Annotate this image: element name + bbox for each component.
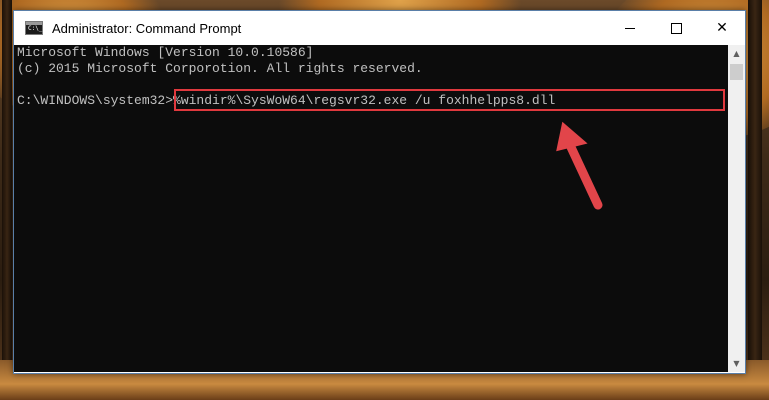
- tree-trunk: [2, 0, 12, 400]
- command-line[interactable]: C:\WINDOWS\system32>%windir%\SysWoW64\re…: [17, 89, 728, 111]
- minimize-button[interactable]: [607, 11, 653, 45]
- title-bar[interactable]: C:\_ Administrator: Command Prompt ✕: [14, 11, 745, 45]
- command-prompt-icon: C:\_: [25, 21, 43, 35]
- scroll-thumb[interactable]: [730, 64, 743, 80]
- scroll-down-icon[interactable]: ▼: [728, 355, 745, 372]
- console-prompt: C:\WINDOWS\system32>: [17, 93, 174, 108]
- close-icon: ✕: [716, 20, 728, 36]
- minimize-icon: [625, 27, 635, 29]
- console-line: (c) 2015 Microsoft Corporotion. All righ…: [17, 61, 423, 76]
- command-prompt-window[interactable]: C:\_ Administrator: Command Prompt ✕ Mic…: [13, 10, 746, 374]
- console-output[interactable]: Microsoft Windows [Version 10.0.10586] (…: [14, 45, 728, 372]
- maximize-button[interactable]: [653, 11, 699, 45]
- close-button[interactable]: ✕: [699, 11, 745, 45]
- window-title: Administrator: Command Prompt: [52, 20, 242, 36]
- annotation-arrow-icon: [556, 121, 603, 210]
- tree-trunk: [748, 0, 762, 400]
- command-highlight-box: [174, 89, 725, 111]
- scroll-up-icon[interactable]: ▲: [728, 45, 745, 62]
- caption-buttons: ✕: [607, 11, 745, 45]
- vertical-scrollbar[interactable]: ▲ ▼: [728, 45, 745, 372]
- maximize-icon: [670, 22, 682, 34]
- console-line: Microsoft Windows [Version 10.0.10586]: [17, 45, 314, 60]
